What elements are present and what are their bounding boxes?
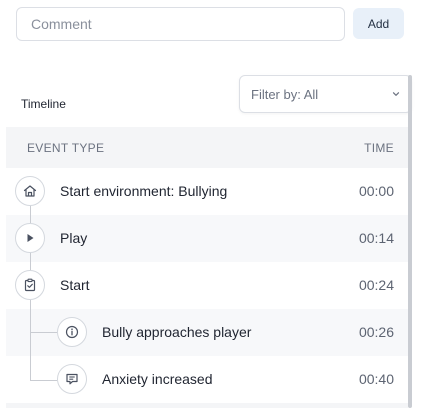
home-icon [15, 176, 45, 206]
message-icon [57, 364, 87, 394]
play-icon [15, 223, 45, 253]
filter-label: Filter by: All [251, 87, 319, 102]
info-icon [57, 317, 87, 347]
event-time: 00:26 [358, 324, 394, 340]
tree-connector [30, 332, 57, 333]
comment-input[interactable] [16, 7, 345, 41]
event-label: Anxiety increased [102, 371, 213, 387]
timeline-row[interactable]: Anxiety increased 00:40 [6, 356, 408, 403]
timeline-row[interactable]: Play 00:14 [6, 215, 408, 262]
chevron-down-icon [392, 92, 400, 96]
timeline-row[interactable]: Bully approaches player 00:26 [6, 309, 408, 356]
event-label: Start [60, 277, 90, 293]
tree-connector [30, 253, 31, 270]
filter-select[interactable]: Filter by: All [239, 75, 412, 113]
column-header-time: TIME [364, 141, 394, 155]
event-time: 00:14 [358, 230, 394, 246]
column-header-event-type: EVENT TYPE [27, 141, 105, 155]
scrollbar[interactable] [408, 75, 412, 408]
event-label: Start environment: Bullying [60, 183, 228, 199]
event-time: 00:00 [358, 183, 394, 199]
event-time: 00:40 [358, 371, 394, 387]
tree-connector [30, 206, 31, 223]
tree-connector [30, 300, 31, 380]
timeline-row[interactable]: Start 00:24 [6, 262, 408, 309]
timeline-title: Timeline [21, 97, 66, 111]
tree-connector [30, 380, 57, 381]
event-time: 00:24 [358, 277, 394, 293]
table-header: EVENT TYPE TIME [6, 127, 408, 168]
event-label: Play [60, 230, 88, 246]
event-label: Bully approaches player [102, 324, 252, 340]
clipboard-check-icon [15, 270, 45, 300]
add-button[interactable]: Add [353, 8, 404, 39]
table-row-partial [6, 403, 408, 408]
timeline-row[interactable]: Start environment: Bullying 00:00 [6, 168, 408, 215]
